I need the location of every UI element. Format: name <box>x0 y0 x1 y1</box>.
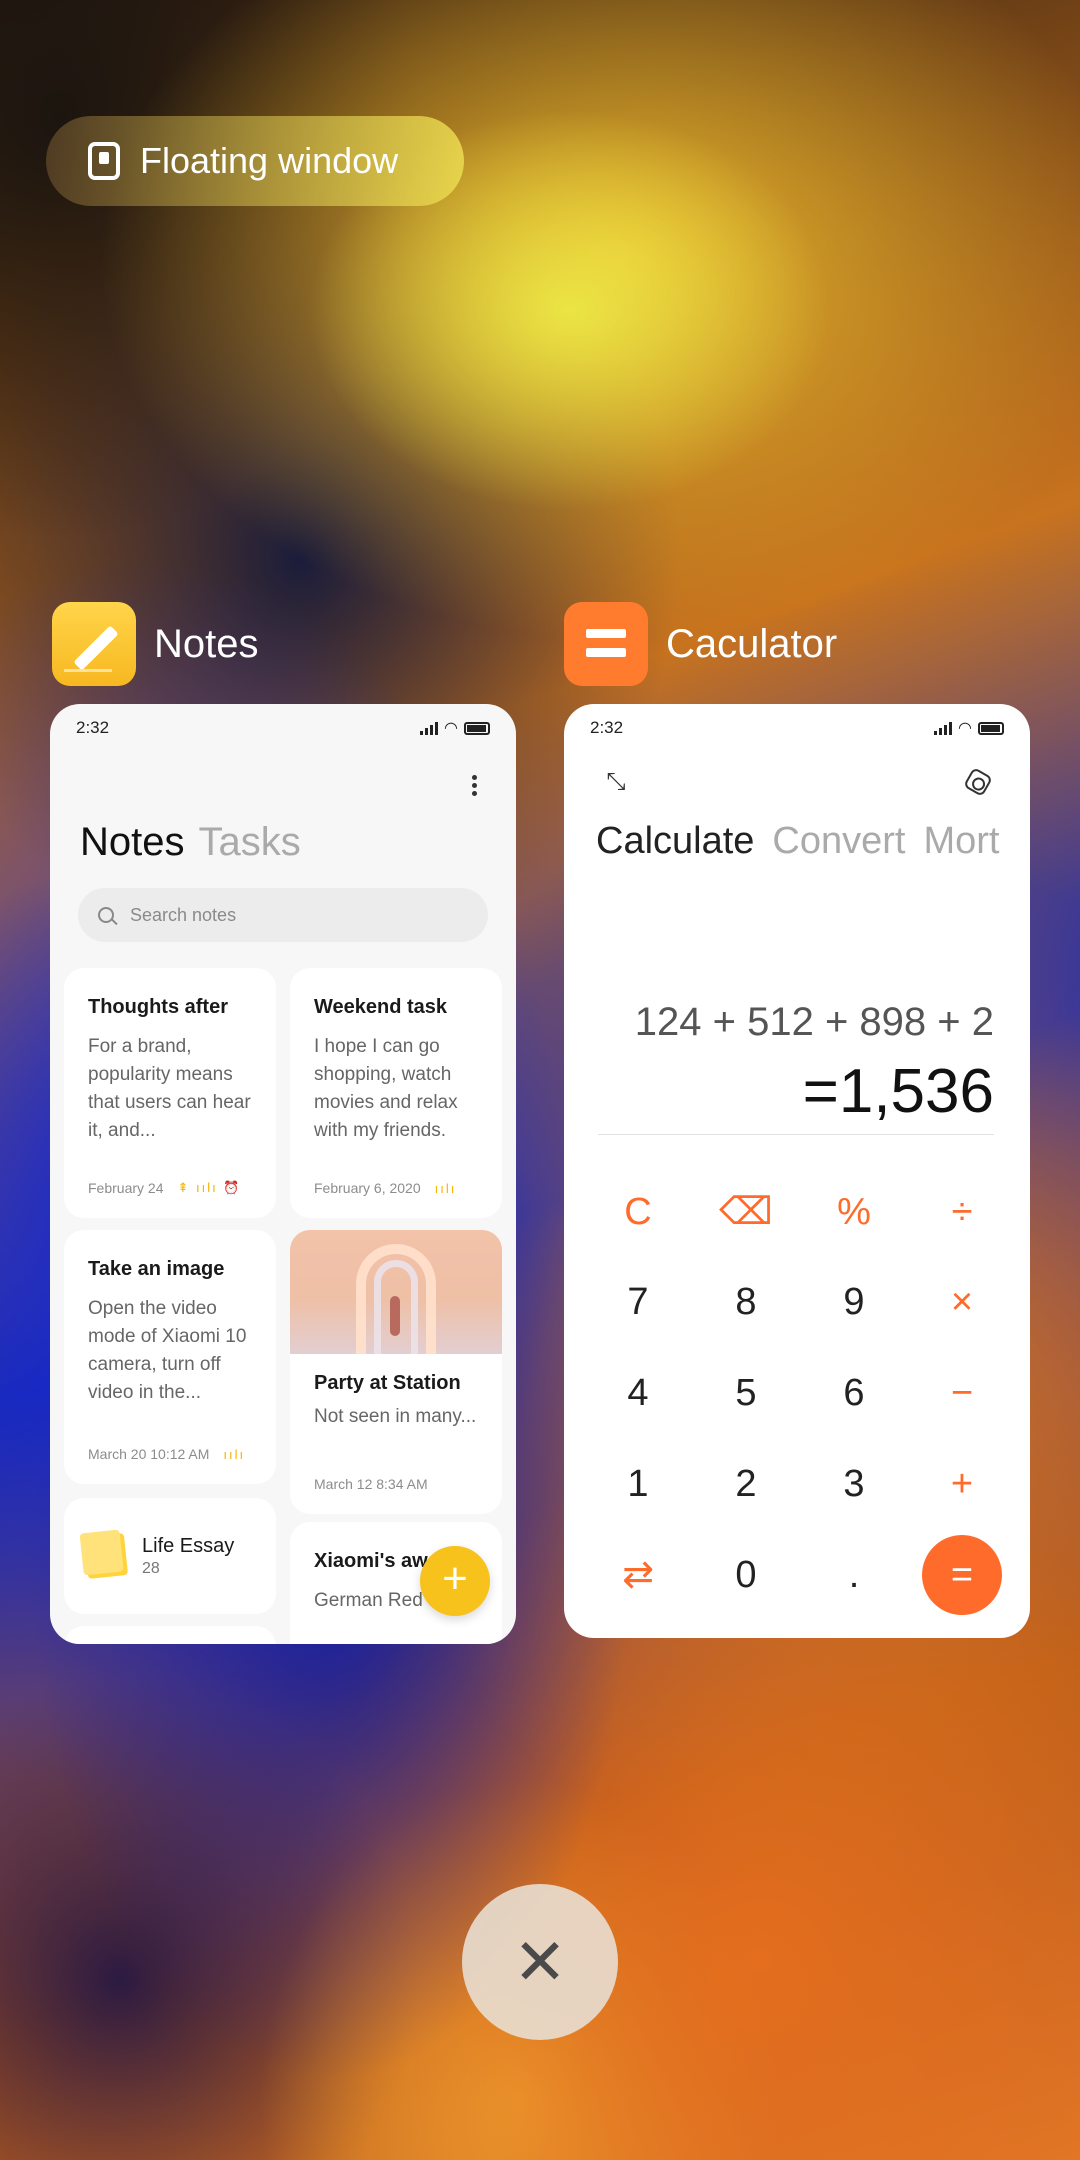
calculator-app-header[interactable]: Caculator <box>564 602 837 686</box>
signal-icon <box>934 721 953 735</box>
folder-icon <box>83 1533 129 1579</box>
tab-convert[interactable]: Convert <box>772 820 905 862</box>
note-title: Weekend task <box>314 996 448 1018</box>
note-card[interactable]: Take an image Open the video mode of Xia… <box>64 1230 276 1484</box>
settings-icon[interactable] <box>958 762 998 802</box>
digit-9-button[interactable]: 9 <box>814 1262 894 1342</box>
note-body: Open the video mode of Xiaomi 10 camera,… <box>88 1298 247 1403</box>
calculator-result: =1,536 <box>802 1057 994 1126</box>
signal-icon <box>420 721 439 735</box>
floating-window-icon <box>88 142 120 180</box>
minus-button[interactable]: − <box>922 1353 1002 1433</box>
note-date: February 6, 2020 <box>314 1180 421 1196</box>
calculator-app-icon <box>564 602 648 686</box>
folder-title: Life Essay <box>142 1534 235 1557</box>
note-date: March 20 10:12 AM <box>88 1446 210 1462</box>
notes-app-name: Notes <box>154 621 259 666</box>
tab-calculate[interactable]: Calculate <box>596 820 754 862</box>
digit-7-button[interactable]: 7 <box>598 1262 678 1342</box>
notes-tabs: Notes Tasks <box>80 820 301 865</box>
note-card[interactable]: Party at Station Not seen in many... Mar… <box>290 1230 502 1514</box>
status-time: 2:32 <box>590 718 624 737</box>
multiply-button[interactable]: × <box>922 1262 1002 1342</box>
battery-icon <box>978 721 1004 735</box>
percent-button[interactable]: % <box>814 1172 894 1252</box>
calculator-expression: 124 + 512 + 898 + 2 <box>634 1000 994 1044</box>
decimal-button[interactable]: . <box>814 1535 894 1615</box>
audio-icon: ıılı <box>434 1180 457 1196</box>
wifi-icon: ◠ <box>444 720 458 737</box>
note-body: Not seen in many... <box>314 1406 477 1427</box>
calculator-tabs: Calculate Convert Mort <box>596 820 999 863</box>
note-title: Thoughts after <box>88 996 228 1018</box>
floating-window-label: Floating window <box>140 140 399 181</box>
digit-0-button[interactable]: 0 <box>706 1535 786 1615</box>
calculator-app-name: Caculator <box>666 621 838 666</box>
digit-5-button[interactable]: 5 <box>706 1353 786 1433</box>
folder-card[interactable]: Life Essay 28 <box>64 1498 276 1614</box>
floating-window-button[interactable]: Floating window <box>46 116 464 206</box>
notes-app-header[interactable]: Notes <box>52 602 259 686</box>
digit-6-button[interactable]: 6 <box>814 1353 894 1433</box>
notes-app-card[interactable]: 2:32 ◠ Notes Tasks Search notes Thoughts … <box>50 704 516 1644</box>
tab-mortgage[interactable]: Mort <box>923 820 999 862</box>
clear-all-button[interactable]: ✕ <box>462 1884 618 2040</box>
search-placeholder: Search notes <box>130 904 237 925</box>
plus-button[interactable]: + <box>922 1444 1002 1524</box>
swap-mode-button[interactable]: ⇄ <box>598 1535 678 1615</box>
clear-button[interactable]: C <box>598 1172 678 1252</box>
note-card[interactable]: Weekend task I hope I can go shopping, w… <box>290 968 502 1218</box>
digit-2-button[interactable]: 2 <box>706 1444 786 1524</box>
divider <box>598 1134 994 1135</box>
note-body: I hope I can go shopping, watch movies a… <box>314 1036 458 1141</box>
note-title: Take an image <box>88 1258 225 1280</box>
battery-icon <box>464 721 490 735</box>
audio-icon: ıılı <box>223 1446 246 1462</box>
tab-tasks[interactable]: Tasks <box>199 820 301 864</box>
note-date: March 12 8:34 AM <box>314 1476 428 1492</box>
digit-3-button[interactable]: 3 <box>814 1444 894 1524</box>
note-title: Party at Station <box>314 1372 461 1394</box>
search-input[interactable]: Search notes <box>78 888 488 942</box>
status-time: 2:32 <box>76 718 110 737</box>
equals-button[interactable]: = <box>922 1535 1002 1615</box>
wifi-icon: ◠ <box>958 720 972 737</box>
calculator-status-bar: 2:32 ◠ <box>564 704 1030 752</box>
tab-notes[interactable]: Notes <box>80 820 185 864</box>
backspace-button[interactable]: ⌫ <box>706 1172 786 1252</box>
collapse-icon[interactable]: ⤡ <box>596 762 636 802</box>
notes-status-bar: 2:32 ◠ <box>50 704 516 752</box>
note-card[interactable] <box>64 1626 276 1644</box>
calculator-app-card[interactable]: 2:32 ◠ ⤡ Calculate Convert Mort 124 + 512 … <box>564 704 1030 1638</box>
note-body: For a brand, popularity means that users… <box>88 1036 251 1141</box>
note-tags-icon: ⇞ ıılı ⏰ <box>177 1180 242 1195</box>
divide-button[interactable]: ÷ <box>922 1172 1002 1252</box>
digit-8-button[interactable]: 8 <box>706 1262 786 1342</box>
digit-4-button[interactable]: 4 <box>598 1353 678 1433</box>
note-image <box>290 1230 502 1354</box>
folder-count: 28 <box>142 1559 160 1577</box>
digit-1-button[interactable]: 1 <box>598 1444 678 1524</box>
note-date: February 24 <box>88 1180 164 1196</box>
more-options-icon[interactable] <box>472 772 480 799</box>
note-card[interactable]: Thoughts after For a brand, popularity m… <box>64 968 276 1218</box>
add-note-button[interactable]: + <box>420 1546 490 1616</box>
notes-app-icon <box>52 602 136 686</box>
search-icon <box>98 907 114 923</box>
